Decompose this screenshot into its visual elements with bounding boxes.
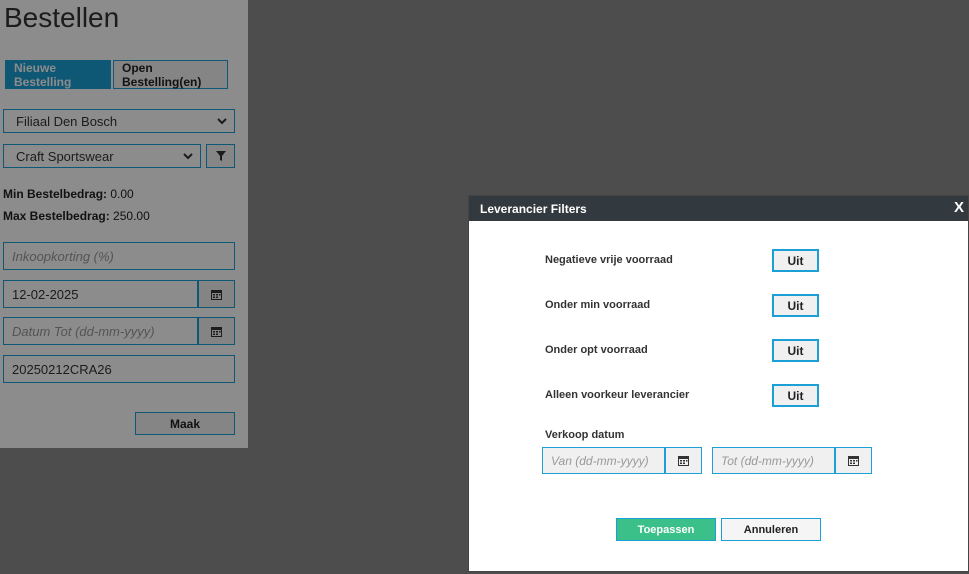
close-icon[interactable]: X: [954, 199, 964, 217]
toggle-below-opt-stock[interactable]: Uit: [772, 339, 819, 362]
modal-title: Leverancier Filters: [480, 201, 587, 216]
sales-date-from-calendar-button[interactable]: [665, 447, 702, 474]
option-label-below-min-stock: Onder min voorraad: [545, 299, 651, 311]
toggle-preferred-supplier[interactable]: Uit: [772, 384, 819, 407]
sales-date-to-calendar-button[interactable]: [835, 447, 872, 474]
calendar-icon: [848, 456, 859, 466]
supplier-filters-modal: Leverancier Filters X Negatieve vrije vo…: [468, 195, 969, 572]
sales-date-to-input[interactable]: Tot (dd-mm-yyyy): [712, 447, 835, 474]
option-label-preferred-supplier: Alleen voorkeur leverancier: [545, 389, 690, 401]
modal-header: Leverancier Filters X: [469, 196, 968, 221]
calendar-icon: [678, 456, 689, 466]
cancel-button[interactable]: Annuleren: [721, 518, 821, 541]
sales-date-label: Verkoop datum: [545, 429, 625, 441]
sales-date-from-input[interactable]: Van (dd-mm-yyyy): [542, 447, 665, 474]
toggle-negative-stock[interactable]: Uit: [772, 249, 819, 272]
apply-button[interactable]: Toepassen: [616, 518, 716, 541]
toggle-below-min-stock[interactable]: Uit: [772, 294, 819, 317]
option-label-below-opt-stock: Onder opt voorraad: [545, 344, 648, 356]
option-label-negative-stock: Negatieve vrije voorraad: [545, 254, 673, 266]
